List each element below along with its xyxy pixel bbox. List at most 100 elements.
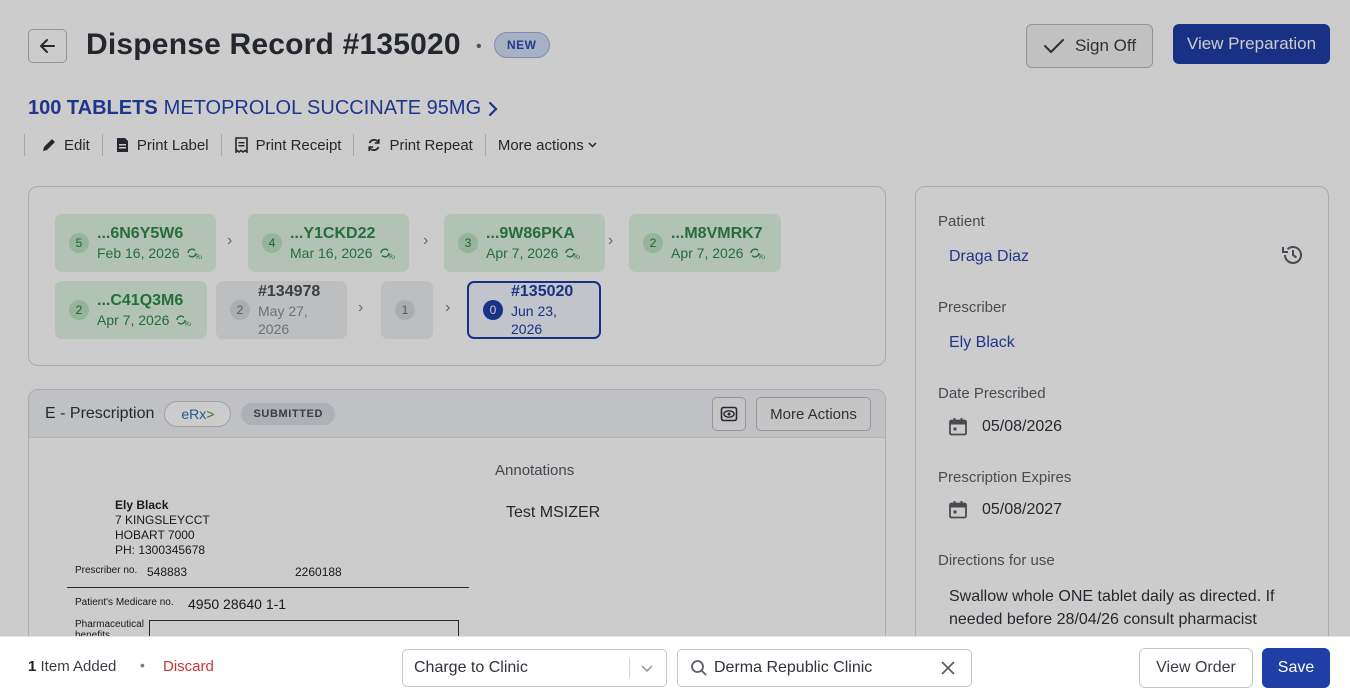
arrow-left-icon	[39, 39, 55, 53]
history-chip[interactable]: 2 ...M8VMRK7 Apr 7, 2026 Rx	[629, 214, 781, 272]
items-added-text: 1 Item Added	[28, 658, 116, 675]
repeat-icon	[368, 139, 381, 151]
save-button[interactable]: Save	[1262, 648, 1330, 688]
document-icon	[116, 138, 128, 152]
chip-date: Mar 16, 2026	[290, 245, 373, 261]
calendar-icon	[949, 501, 967, 519]
history-chip[interactable]: 2 #134978 May 27, 2026	[216, 281, 347, 339]
erx-repeat-icon: Rx	[186, 248, 202, 259]
svg-text:Rx: Rx	[759, 254, 765, 259]
history-icon[interactable]	[1280, 242, 1306, 268]
print-receipt-label: Print Receipt	[255, 136, 342, 154]
chip-code: ...9W86PKA	[486, 225, 575, 242]
sign-off-label: Sign Off	[1074, 36, 1137, 55]
history-chip[interactable]: 4 ...Y1CKD22 Mar 16, 2026 Rx	[248, 214, 409, 272]
script-prescriber-no-label: Prescriber no.	[75, 565, 138, 576]
script-divider	[67, 587, 469, 588]
erx-repeat-icon: Rx	[750, 248, 765, 259]
edit-action[interactable]: Edit	[24, 134, 102, 156]
select-divider	[629, 658, 630, 678]
prescription-details-panel: Patient Draga Diaz Prescriber Ely Black …	[915, 186, 1329, 636]
charge-select[interactable]: Charge to Clinic	[402, 649, 667, 687]
chip-date: Apr 7, 2026	[486, 245, 559, 261]
close-icon[interactable]	[939, 659, 957, 677]
sign-off-button[interactable]: Sign Off	[1026, 24, 1153, 68]
chevron-right-icon: ›	[358, 299, 364, 316]
chevron-right-icon: ›	[445, 299, 451, 316]
chevron-down-icon	[641, 665, 653, 673]
chip-date: Apr 7, 2026	[671, 245, 744, 261]
view-preparation-button[interactable]: View Preparation	[1173, 24, 1330, 64]
chip-date: Feb 16, 2026	[97, 245, 180, 261]
print-label-label: Print Label	[136, 136, 209, 154]
view-script-button[interactable]	[712, 397, 746, 431]
history-chip[interactable]: 3 ...9W86PKA Apr 7, 2026 Rx	[444, 214, 605, 272]
script-pharm-box	[149, 620, 459, 636]
edit-label: Edit	[64, 136, 90, 154]
script-pharm-label: Pharmaceutical benefits	[75, 619, 144, 636]
print-receipt-action[interactable]: Print Receipt	[220, 134, 354, 156]
patient-name-link[interactable]: Draga Diaz	[949, 248, 1029, 266]
date-prescribed-label: Date Prescribed	[938, 385, 1046, 402]
check-icon	[1043, 39, 1064, 53]
chip-date: May 27, 2026	[258, 303, 308, 337]
chip-code: ...6N6Y5W6	[97, 225, 184, 242]
chip-code: ...Y1CKD22	[290, 225, 376, 242]
chevron-down-icon	[588, 142, 597, 148]
submitted-badge: SUBMITTED	[241, 402, 336, 425]
repeat-count: 3	[458, 233, 478, 253]
repeat-count: 2	[643, 233, 663, 253]
expires-label: Prescription Expires	[938, 469, 1072, 486]
expires-date: 05/08/2027	[948, 500, 1062, 520]
product-quantity: 100 TABLETS	[28, 97, 158, 119]
print-repeat-label: Print Repeat	[389, 136, 473, 154]
chip-code: ...M8VMRK7	[671, 225, 763, 242]
product-link[interactable]: 100 TABLETS METOPROLOL SUCCINATE 95MG	[28, 97, 499, 120]
print-repeat-action[interactable]: Print Repeat	[353, 134, 484, 156]
repeat-count: 4	[262, 233, 282, 253]
dispense-history-card: 5 ...6N6Y5W6 Feb 16, 2026 Rx › 4 ...Y1CK…	[28, 186, 886, 366]
chevron-right-icon: ›	[608, 232, 614, 249]
history-chip[interactable]: 5 ...6N6Y5W6 Feb 16, 2026 Rx	[55, 214, 216, 272]
prescriber-name-link[interactable]: Ely Black	[949, 334, 1015, 352]
product-name: METOPROLOL SUCCINATE 95MG	[163, 97, 482, 119]
history-chip[interactable]: 2 ...C41Q3M6 Apr 7, 2026 Rx	[55, 281, 207, 339]
chevron-right-icon	[489, 101, 498, 116]
expires-value: 05/08/2027	[982, 501, 1063, 518]
date-prescribed-value: 05/08/2026	[982, 418, 1063, 435]
more-actions-dropdown[interactable]: More actions	[484, 134, 609, 156]
annotations-text: Test MSIZER	[506, 504, 601, 521]
view-order-button[interactable]: View Order	[1139, 648, 1253, 688]
script-address-2: HOBART 7000	[115, 528, 195, 542]
chip-code: #134978	[258, 283, 321, 300]
title-separator: •	[476, 38, 482, 55]
patient-label: Patient	[938, 213, 985, 230]
history-chip[interactable]: 1	[381, 281, 433, 339]
script-medicare-no: 4950 28640 1-1	[188, 596, 287, 612]
discard-link[interactable]: Discard	[163, 658, 214, 675]
repeat-count: 1	[395, 300, 415, 320]
history-chip-current[interactable]: 0 #135020 Jun 23, 2026	[467, 281, 601, 339]
chevron-right-icon: ›	[227, 232, 233, 249]
erx-repeat-icon: Rx	[565, 248, 580, 259]
clinic-search-input[interactable]: Derma Republic Clinic	[677, 649, 972, 687]
erx-label: eRx	[181, 405, 207, 422]
more-actions-button[interactable]: More Actions	[756, 397, 871, 431]
eprescription-header: E - Prescription eRx > SUBMITTED More Act…	[29, 390, 885, 438]
script-prescriber-no: 548883	[147, 565, 188, 579]
pencil-icon	[43, 139, 55, 151]
repeat-count: 0	[483, 300, 503, 320]
status-badge: NEW	[494, 32, 550, 58]
chip-code: ...C41Q3M6	[97, 292, 184, 309]
eye-icon	[720, 406, 738, 422]
dispense-record-page: Dispense Record #135020 • NEW Sign Off V…	[0, 0, 1350, 636]
print-label-action[interactable]: Print Label	[101, 134, 221, 156]
chip-code: #135020	[511, 283, 574, 300]
actions-toolbar: Edit Print Label Print Receipt Print Rep…	[24, 134, 609, 156]
calendar-icon	[949, 418, 967, 436]
erx-repeat-icon: Rx	[379, 248, 395, 259]
back-button[interactable]	[28, 29, 67, 63]
directions-text: Swallow whole ONE tablet daily as direct…	[949, 588, 1275, 628]
charge-select-value: Charge to Clinic	[414, 659, 528, 676]
bottom-separator: •	[140, 657, 145, 673]
